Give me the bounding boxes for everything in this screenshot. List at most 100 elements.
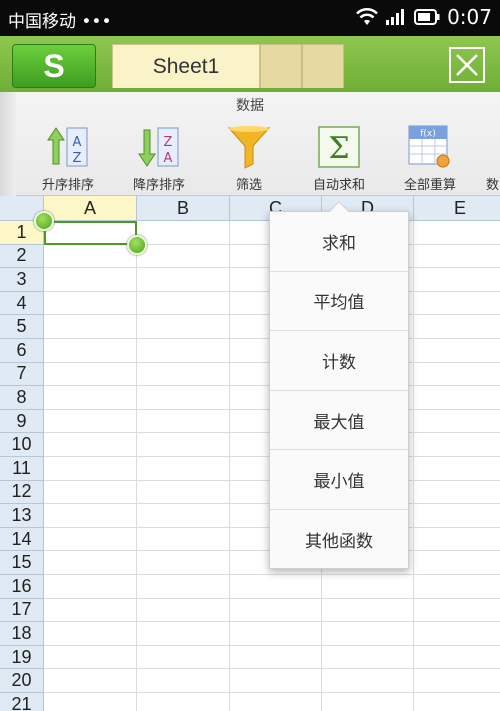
cell-e8[interactable] [414, 386, 500, 410]
row-header-12[interactable]: 12 [0, 480, 44, 505]
selected-cell-a1[interactable] [44, 221, 137, 245]
cell-e2[interactable] [414, 245, 500, 269]
cell-b21[interactable] [137, 693, 230, 711]
cell-b17[interactable] [137, 598, 230, 623]
app-logo-button[interactable]: S [12, 44, 96, 88]
menu-item-average[interactable]: 平均值 [270, 272, 408, 332]
menu-item-sum[interactable]: 求和 [270, 212, 408, 272]
cell-a8[interactable] [44, 386, 137, 410]
row-header-10[interactable]: 10 [0, 433, 44, 457]
cell-b18[interactable] [137, 622, 230, 646]
row-header-7[interactable]: 7 [0, 362, 44, 387]
cell-e1[interactable] [414, 221, 500, 245]
cell-b6[interactable] [137, 339, 230, 363]
menu-item-min[interactable]: 最小值 [270, 450, 408, 510]
close-button[interactable] [449, 47, 485, 83]
row-header-3[interactable]: 3 [0, 268, 44, 292]
cell-c19[interactable] [230, 645, 322, 670]
spreadsheet-grid[interactable]: A B C D E 1 2 3 4 5 6 7 8 9 10 11 12 13 14 15 16 17 18 19 2… [0, 196, 500, 711]
cell-b2[interactable] [137, 244, 230, 269]
cell-a7[interactable] [44, 362, 137, 387]
cell-a19[interactable] [44, 645, 137, 670]
cell-b15[interactable] [137, 551, 230, 575]
row-header-14[interactable]: 14 [0, 527, 44, 552]
row-header-9[interactable]: 9 [0, 409, 44, 434]
empty-sheet-tab[interactable] [260, 44, 302, 88]
cell-b11[interactable] [137, 457, 230, 481]
cell-e13[interactable] [414, 504, 500, 528]
cell-c16[interactable] [230, 575, 322, 599]
row-header-4[interactable]: 4 [0, 291, 44, 316]
row-header-18[interactable]: 18 [0, 622, 44, 646]
cell-a9[interactable] [44, 409, 137, 434]
cell-a21[interactable] [44, 693, 137, 711]
cell-d20[interactable] [322, 669, 414, 693]
column-header-e[interactable]: E [414, 196, 500, 221]
cell-b8[interactable] [137, 386, 230, 410]
cell-d18[interactable] [322, 622, 414, 646]
cell-b9[interactable] [137, 409, 230, 434]
cell-e4[interactable] [414, 292, 500, 316]
cell-a3[interactable] [44, 268, 137, 292]
cell-c17[interactable] [230, 598, 322, 623]
cell-b20[interactable] [137, 669, 230, 693]
cell-e17[interactable] [414, 599, 500, 623]
cell-e11[interactable] [414, 457, 500, 481]
menu-item-max[interactable]: 最大值 [270, 391, 408, 451]
cell-a18[interactable] [44, 622, 137, 646]
cell-d17[interactable] [322, 598, 414, 623]
cell-a10[interactable] [44, 433, 137, 457]
cell-e9[interactable] [414, 410, 500, 434]
menu-item-count[interactable]: 计数 [270, 331, 408, 391]
cell-b12[interactable] [137, 480, 230, 505]
cell-e3[interactable] [414, 268, 500, 292]
empty-sheet-tab[interactable] [302, 44, 344, 88]
cell-a4[interactable] [44, 291, 137, 316]
sort-ascending-button[interactable]: A Z 升序排序 [25, 122, 111, 193]
column-header-a[interactable]: A [44, 196, 137, 221]
row-header-19[interactable]: 19 [0, 645, 44, 670]
cell-e18[interactable] [414, 622, 500, 646]
cell-b7[interactable] [137, 362, 230, 387]
cell-e19[interactable] [414, 646, 500, 670]
cell-e15[interactable] [414, 551, 500, 575]
cell-e21[interactable] [414, 693, 500, 711]
selection-handle-top-left[interactable] [34, 211, 54, 231]
cell-c20[interactable] [230, 669, 322, 693]
cell-e5[interactable] [414, 315, 500, 339]
cell-e16[interactable] [414, 575, 500, 599]
cell-b4[interactable] [137, 291, 230, 316]
cell-e10[interactable] [414, 433, 500, 457]
row-header-2[interactable]: 2 [0, 244, 44, 269]
selection-handle-bottom-right[interactable] [127, 235, 147, 255]
cell-e14[interactable] [414, 528, 500, 552]
cell-a2[interactable] [44, 244, 137, 269]
cell-b19[interactable] [137, 645, 230, 670]
column-header-b[interactable]: B [137, 196, 230, 221]
cell-a12[interactable] [44, 480, 137, 505]
cell-e6[interactable] [414, 339, 500, 363]
cell-d21[interactable] [322, 693, 414, 711]
cell-b10[interactable] [137, 433, 230, 457]
autosum-button[interactable]: Σ 自动求和 [296, 122, 382, 193]
row-header-17[interactable]: 17 [0, 598, 44, 623]
cell-a5[interactable] [44, 315, 137, 339]
cell-d16[interactable] [322, 575, 414, 599]
cell-a20[interactable] [44, 669, 137, 693]
cell-d19[interactable] [322, 645, 414, 670]
row-header-13[interactable]: 13 [0, 504, 44, 528]
cell-a15[interactable] [44, 551, 137, 575]
cell-e7[interactable] [414, 363, 500, 387]
cell-a11[interactable] [44, 457, 137, 481]
cell-b5[interactable] [137, 315, 230, 339]
sheet-tab[interactable]: Sheet1 [112, 44, 260, 88]
more-data-tool[interactable]: 数 [476, 122, 500, 193]
sort-descending-button[interactable]: Z A 降序排序 [116, 122, 202, 193]
row-header-15[interactable]: 15 [0, 551, 44, 575]
cell-e12[interactable] [414, 481, 500, 505]
filter-button[interactable]: 筛选 [206, 122, 292, 193]
row-header-21[interactable]: 21 [0, 693, 44, 711]
menu-item-other-functions[interactable]: 其他函数 [270, 510, 408, 570]
cell-c21[interactable] [230, 693, 322, 711]
cell-b13[interactable] [137, 504, 230, 528]
